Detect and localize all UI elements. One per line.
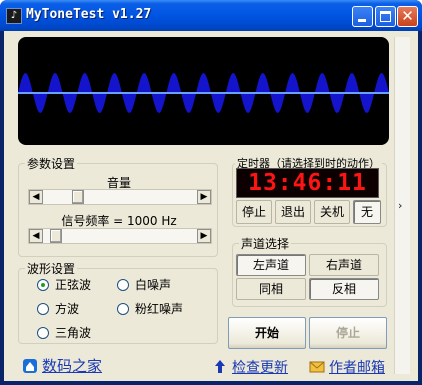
client-area: › 参数设置 音量 ◀ ▶ 信号频率 = 1000 Hz ◀ ▶ 波形设置 正弦… bbox=[4, 31, 418, 381]
minimize-button[interactable] bbox=[352, 6, 373, 27]
home-icon bbox=[23, 358, 37, 373]
check-update-text[interactable]: 检查更新 bbox=[232, 357, 288, 377]
radio-indicator[interactable] bbox=[37, 278, 49, 291]
radio-sine[interactable]: 正弦波 bbox=[37, 276, 91, 293]
stop-button[interactable]: 停止 bbox=[309, 317, 387, 349]
right-channel-button[interactable]: 右声道 bbox=[309, 254, 379, 276]
check-update-link[interactable]: 检查更新 bbox=[212, 357, 288, 377]
timer-none-button[interactable]: 无 bbox=[353, 200, 381, 224]
radio-triangle[interactable]: 三角波 bbox=[37, 324, 91, 341]
scroll-right-icon[interactable]: ▶ bbox=[197, 190, 211, 204]
channel-legend: 声道选择 bbox=[241, 237, 290, 251]
volume-slider[interactable]: ◀ ▶ bbox=[28, 189, 212, 205]
window-title: MyToneTest v1.27 bbox=[26, 7, 152, 22]
params-legend: 参数设置 bbox=[27, 157, 76, 171]
brand-name[interactable]: 数码之家 bbox=[42, 355, 102, 376]
timer-clock-display: 13:46:11 bbox=[236, 168, 379, 198]
side-expand-panel[interactable]: › bbox=[394, 37, 410, 374]
close-icon: ✕ bbox=[401, 7, 414, 25]
email-author-text[interactable]: 作者邮箱 bbox=[329, 357, 385, 377]
update-arrow-icon bbox=[215, 360, 225, 373]
start-button[interactable]: 开始 bbox=[228, 317, 306, 349]
radio-indicator[interactable] bbox=[37, 302, 49, 315]
anti-phase-button[interactable]: 反相 bbox=[309, 278, 379, 300]
email-author-link[interactable]: 作者邮箱 bbox=[309, 357, 385, 377]
frequency-label: 信号频率 = 1000 Hz bbox=[61, 214, 177, 228]
maximize-button[interactable] bbox=[375, 6, 396, 27]
app-icon[interactable]: ♪ bbox=[6, 8, 22, 24]
timer-shutdown-button[interactable]: 关机 bbox=[314, 200, 350, 224]
radio-pink-noise[interactable]: 粉红噪声 bbox=[117, 300, 183, 317]
radio-white-noise[interactable]: 白噪声 bbox=[117, 276, 171, 293]
maximize-icon bbox=[380, 11, 391, 22]
radio-indicator[interactable] bbox=[117, 278, 129, 291]
minimize-icon bbox=[358, 19, 366, 22]
scroll-left-icon[interactable]: ◀ bbox=[29, 190, 43, 204]
waveform-display bbox=[18, 37, 389, 145]
mail-icon bbox=[309, 361, 325, 373]
in-phase-button[interactable]: 同相 bbox=[236, 278, 306, 300]
frequency-slider-thumb[interactable] bbox=[50, 229, 63, 243]
radio-square[interactable]: 方波 bbox=[37, 300, 79, 317]
radio-indicator[interactable] bbox=[117, 302, 129, 315]
scroll-left-icon[interactable]: ◀ bbox=[29, 229, 43, 243]
title-bar[interactable]: ♪ MyToneTest v1.27 ✕ bbox=[0, 0, 422, 31]
chevron-right-icon[interactable]: › bbox=[398, 199, 402, 212]
scroll-right-icon[interactable]: ▶ bbox=[197, 229, 211, 243]
left-channel-button[interactable]: 左声道 bbox=[236, 254, 306, 276]
brand-link[interactable]: 数码之家 bbox=[22, 355, 102, 376]
close-button[interactable]: ✕ bbox=[397, 6, 418, 27]
app-window: ♪ MyToneTest v1.27 ✕ › 参数设置 音量 ◀ ▶ 信号频率 … bbox=[0, 0, 422, 385]
volume-slider-thumb[interactable] bbox=[71, 190, 84, 204]
waveform-legend: 波形设置 bbox=[27, 262, 76, 276]
timer-stop-button[interactable]: 停止 bbox=[236, 200, 272, 224]
timer-exit-button[interactable]: 退出 bbox=[275, 200, 311, 224]
waveform-plot bbox=[18, 73, 389, 113]
radio-indicator[interactable] bbox=[37, 326, 49, 339]
frequency-slider[interactable]: ◀ ▶ bbox=[28, 228, 212, 244]
